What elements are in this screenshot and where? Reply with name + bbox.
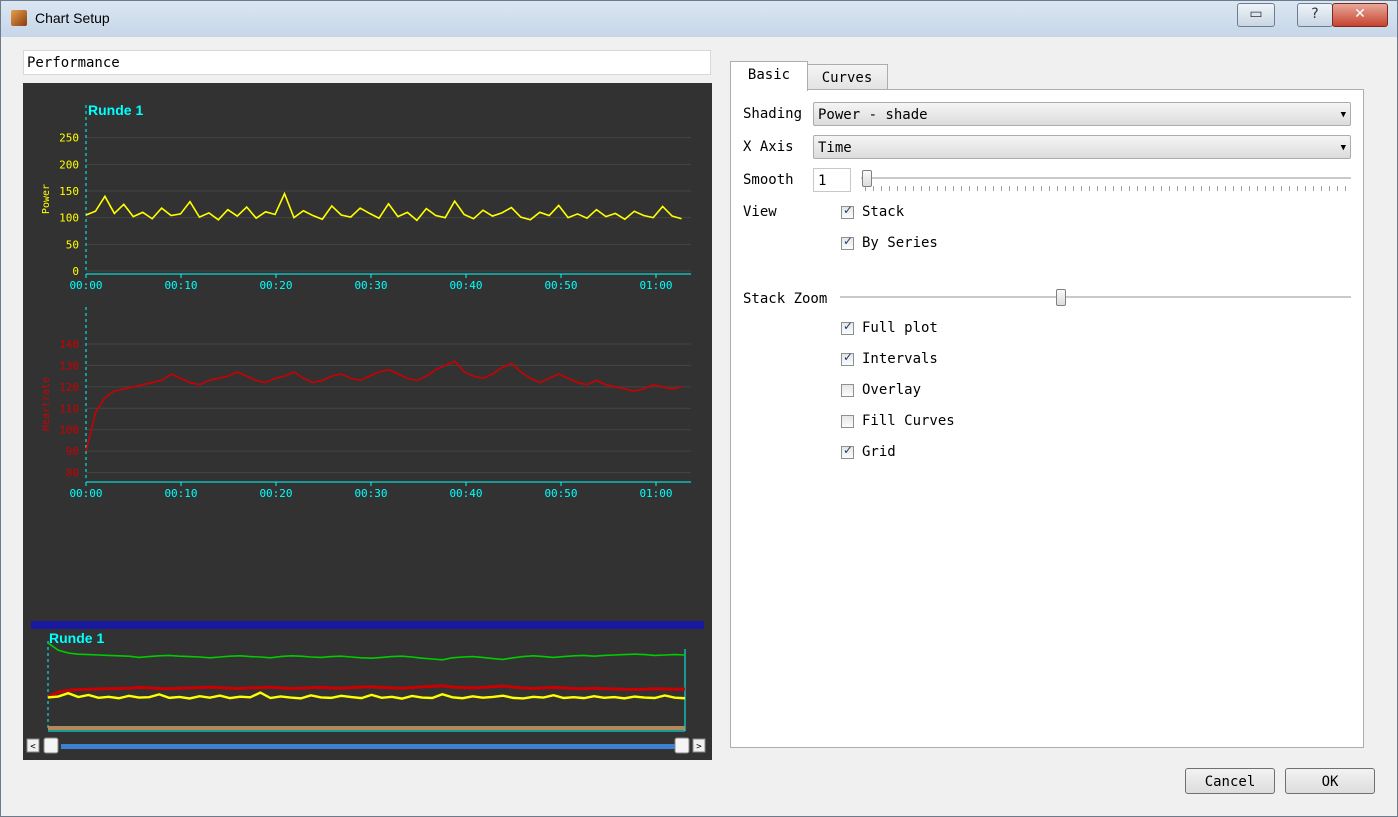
xaxis-value: Time — [818, 140, 852, 156]
x-tick-label: 00:10 — [164, 487, 197, 500]
y-tick-label: 0 — [72, 265, 79, 278]
xaxis-select[interactable]: Time ▼ — [813, 135, 1351, 159]
overview-ground-band — [48, 726, 685, 730]
stack-zoom-slider-track[interactable] — [840, 296, 1351, 299]
cancel-button[interactable]: Cancel — [1185, 768, 1275, 794]
fill-curves-checkbox[interactable] — [841, 415, 854, 428]
tab-basic[interactable]: Basic — [730, 61, 808, 91]
y-tick-label: 100 — [59, 424, 79, 437]
fill-curves-label: Fill Curves — [862, 413, 955, 429]
tab-curves[interactable]: Curves — [806, 64, 888, 91]
x-tick-label: 00:10 — [164, 279, 197, 292]
overlay-label: Overlay — [862, 382, 922, 398]
x-tick-label: 00:50 — [544, 279, 577, 292]
smooth-slider-track[interactable] — [861, 177, 1351, 180]
chevron-down-icon: ▼ — [1340, 143, 1346, 153]
dialog-body: Performance 250 200 150 100 50 0 Power 00:00 00:… — [9, 37, 1391, 808]
chart-setup-window: Chart Setup ▭ ? ✕ Performance 250 200 150 1… — [0, 0, 1398, 817]
stack-zoom-label: Stack Zoom — [743, 291, 828, 307]
x-tick-label: 00:30 — [354, 487, 387, 500]
x-tick-label: 01:00 — [639, 487, 672, 500]
y-tick-label: 150 — [59, 185, 79, 198]
ok-button[interactable]: OK — [1285, 768, 1375, 794]
y-tick-label: 100 — [59, 212, 79, 225]
x-tick-label: 00:30 — [354, 279, 387, 292]
by-series-checkbox[interactable] — [841, 234, 854, 250]
x-tick-label: 00:20 — [259, 487, 292, 500]
intervals-label: Intervals — [862, 351, 938, 367]
y-tick-label: 120 — [59, 381, 79, 394]
overview-scroll-right-arrow: > — [696, 742, 702, 752]
y-tick-label: 140 — [59, 338, 79, 351]
shading-value: Power - shade — [818, 107, 928, 123]
basic-tab-panel: Shading Power - shade ▼ X Axis Time ▼ Sm… — [730, 89, 1364, 748]
overview-range-left-handle[interactable] — [43, 737, 59, 754]
close-button[interactable]: ✕ — [1332, 3, 1388, 27]
y-tick-label: 250 — [59, 132, 79, 145]
overview-speed-line — [47, 642, 686, 661]
window-title: Chart Setup — [35, 10, 110, 26]
restore-icon[interactable]: ▭ — [1237, 3, 1275, 27]
x-tick-label: 00:50 — [544, 487, 577, 500]
stack-checkbox[interactable] — [841, 203, 854, 219]
overview-power-line — [47, 691, 686, 700]
smooth-label: Smooth — [743, 172, 794, 188]
overlay-checkbox[interactable] — [841, 384, 854, 397]
power-series-line — [85, 191, 682, 222]
y-axis-label: Power — [41, 184, 52, 214]
smooth-spinbox[interactable]: 1 — [813, 168, 851, 192]
x-tick-label: 00:00 — [69, 487, 102, 500]
full-plot-label: Full plot — [862, 320, 938, 336]
chart-name-input[interactable]: Performance — [23, 50, 711, 75]
x-tick-label: 00:20 — [259, 279, 292, 292]
y-tick-label: 130 — [59, 359, 79, 372]
chart-preview-svg: 250 200 150 100 50 0 Power 00:00 00:10 00:20 00:30… — [26, 102, 706, 754]
y-tick-label: 110 — [59, 402, 79, 415]
grid-label: Grid — [862, 444, 896, 460]
y-tick-label: 90 — [66, 445, 79, 458]
full-plot-checkbox[interactable] — [841, 319, 854, 335]
intervals-checkbox[interactable] — [841, 350, 854, 366]
overview-interval-label: Runde 1 — [49, 630, 104, 646]
y-axis-label: Heartrate — [41, 377, 52, 431]
stack-zoom-slider-handle[interactable] — [1056, 289, 1066, 306]
smooth-slider-ticks — [865, 186, 1351, 191]
overview-range-right-handle[interactable] — [674, 737, 690, 754]
shading-label: Shading — [743, 106, 803, 122]
x-tick-label: 00:40 — [449, 487, 482, 500]
by-series-label: By Series — [862, 235, 938, 251]
grid-checkbox[interactable] — [841, 443, 854, 459]
interval-label: Runde 1 — [88, 102, 143, 118]
y-tick-label: 80 — [66, 467, 79, 480]
app-icon — [11, 10, 27, 26]
overview-scroll-left-arrow: < — [30, 742, 36, 752]
shading-select[interactable]: Power - shade ▼ — [813, 102, 1351, 126]
chevron-down-icon: ▼ — [1340, 110, 1346, 120]
stack-label: Stack — [862, 204, 905, 220]
chart-preview: 250 200 150 100 50 0 Power 00:00 00:10 00:20 00:30… — [23, 83, 712, 760]
y-tick-label: 50 — [66, 238, 79, 251]
x-tick-label: 01:00 — [639, 279, 672, 292]
x-tick-label: 00:00 — [69, 279, 102, 292]
y-tick-label: 200 — [59, 158, 79, 171]
help-button[interactable]: ? — [1297, 3, 1333, 27]
heartrate-series-line — [85, 360, 682, 452]
x-tick-label: 00:40 — [449, 279, 482, 292]
overview-header-bar — [31, 621, 704, 629]
overview-scroll-track[interactable] — [61, 744, 681, 749]
xaxis-label: X Axis — [743, 139, 794, 155]
smooth-slider-handle[interactable] — [862, 170, 872, 187]
title-bar: Chart Setup ▭ ? ✕ — [1, 1, 1397, 37]
view-label: View — [743, 204, 777, 220]
